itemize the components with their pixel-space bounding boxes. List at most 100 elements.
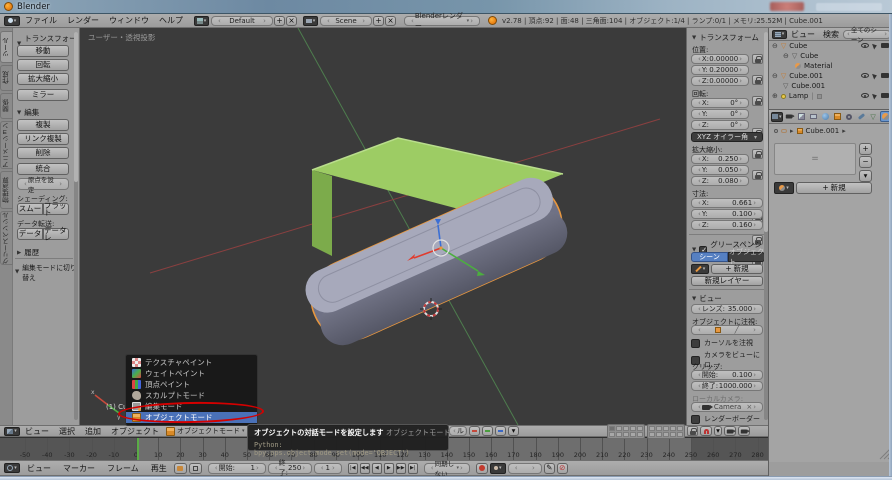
props-tab-constraints[interactable] <box>844 111 855 122</box>
tool-shelf-scrollbar[interactable] <box>74 32 78 420</box>
menu-window[interactable]: ウィンドウ <box>104 15 154 26</box>
timeline-menu-view[interactable]: ビュー <box>22 463 56 474</box>
frame-start-field[interactable]: 開始:1 <box>208 463 266 474</box>
outliner-row-cube001-data[interactable]: ▽Cube.001 <box>769 81 892 91</box>
new-material-button[interactable]: + 新規 <box>796 182 872 194</box>
outliner-row-material[interactable]: Material <box>769 61 892 71</box>
outliner-row-lamp[interactable]: ⊕Lamp| <box>769 91 892 101</box>
manipulator-rotate-icon[interactable] <box>482 426 493 436</box>
timeline-menu-marker[interactable]: マーカー <box>58 463 100 474</box>
render-border-row[interactable]: レンダーボーダー <box>691 414 760 424</box>
lock-object-field[interactable]: ╱ <box>691 325 763 335</box>
render-opengl-icon[interactable] <box>724 426 736 436</box>
outliner-display-dropdown[interactable]: 全てのシーン <box>843 30 891 39</box>
orientation-dropdown[interactable]: ル <box>449 426 467 436</box>
npanel-transform-header[interactable]: トランスフォーム <box>692 32 759 43</box>
props-tab-data[interactable]: ▽ <box>868 111 879 122</box>
clip-end-field[interactable]: 終了:1000.000 <box>691 381 763 391</box>
scale-z-field[interactable]: Z:0.080 <box>691 176 749 186</box>
dimension-z-field[interactable]: Z:0.160 <box>691 220 763 230</box>
remove-material-slot-button[interactable]: − <box>859 156 872 168</box>
delete-scene-button[interactable]: × <box>385 16 396 26</box>
menu-item-texture-paint[interactable]: テクスチャペイント <box>126 357 257 368</box>
outliner-menu-view[interactable]: ビュー <box>787 29 819 40</box>
location-x-field[interactable]: X:0.00000 <box>691 54 749 64</box>
props-tab-render-layers[interactable] <box>796 111 807 122</box>
last-operator-panel[interactable]: 編集モードに切り替え <box>15 262 79 282</box>
material-specials-button[interactable]: ▾ <box>859 170 872 182</box>
location-z-field[interactable]: Z:0.00000 <box>691 76 749 86</box>
jump-to-start-button[interactable]: |◀ <box>348 463 358 474</box>
timeline-menu-playback[interactable]: 再生 <box>146 463 172 474</box>
outliner-menu-search[interactable]: 検索 <box>819 29 843 40</box>
add-scene-button[interactable]: + <box>373 16 384 26</box>
rotate-button[interactable]: 回転 <box>17 59 69 71</box>
current-frame-field[interactable]: 1 <box>314 463 342 474</box>
viewport-menu-object[interactable]: オブジェクト <box>106 426 164 437</box>
transfer-data-button[interactable]: データ <box>17 228 43 240</box>
scene-icon[interactable] <box>303 16 318 26</box>
outliner-row-cube-data[interactable]: ⊖▽Cube <box>769 51 892 61</box>
scene-field[interactable]: Scene <box>320 16 372 26</box>
insert-keyframe-icon[interactable]: ✎ <box>544 463 555 474</box>
next-keyframe-button[interactable]: ▶▶ <box>396 463 406 474</box>
rotation-x-field[interactable]: X:0° <box>691 98 749 108</box>
render-icon[interactable] <box>881 93 889 98</box>
rotation-z-field[interactable]: Z:0° <box>691 120 749 130</box>
shelf-tab-create[interactable]: 作成 <box>0 65 13 91</box>
translate-button[interactable]: 移動 <box>17 45 69 57</box>
lock-to-scene-icon[interactable] <box>687 426 698 436</box>
viewport-menu-add[interactable]: 追加 <box>80 426 106 437</box>
gp-draw-icon[interactable] <box>691 264 709 274</box>
panel-header-edit[interactable]: 編集 <box>17 107 39 118</box>
properties-editor-type-button[interactable] <box>771 112 783 122</box>
shelf-tab-physics[interactable]: 物理演算 <box>0 171 13 209</box>
viewport-editor-type-button[interactable] <box>4 427 20 436</box>
clip-start-field[interactable]: 開始:0.100 <box>691 370 763 380</box>
select-icon[interactable] <box>872 92 878 99</box>
mirror-button[interactable]: ミラー <box>17 89 69 101</box>
eye-icon[interactable] <box>861 93 869 98</box>
select-icon[interactable] <box>872 72 878 79</box>
record-button[interactable] <box>476 463 488 474</box>
transfer-data-layout-button[interactable]: データレ <box>43 228 69 240</box>
play-reverse-button[interactable]: ◀ <box>372 463 382 474</box>
gp-new-button[interactable]: + 新規 <box>711 264 763 274</box>
add-layout-button[interactable]: + <box>274 16 285 26</box>
menu-render[interactable]: レンダー <box>62 15 104 26</box>
location-y-field[interactable]: Y:0.20000 <box>691 65 749 75</box>
dimension-x-field[interactable]: X:0.661 <box>691 198 763 208</box>
scale-button[interactable]: 拡大縮小 <box>17 73 69 85</box>
duplicate-button[interactable]: 複製 <box>17 119 69 131</box>
scale-y-field[interactable]: Y:0.050 <box>691 165 749 175</box>
render-engine-dropdown[interactable]: Blenderレンダー▾ <box>404 16 480 26</box>
outliner-editor-type-button[interactable] <box>772 30 787 39</box>
render-opengl-anim-icon[interactable] <box>738 426 750 436</box>
gp-source-object-button[interactable]: オブジェクト <box>728 252 765 262</box>
props-tab-modifiers[interactable] <box>856 111 867 122</box>
menu-help[interactable]: ヘルプ <box>154 15 188 26</box>
screen-layout-icon[interactable] <box>194 16 209 26</box>
menu-file[interactable]: ファイル <box>20 15 62 26</box>
snap-magnet-icon[interactable] <box>700 426 712 436</box>
lock-icon[interactable] <box>752 75 763 85</box>
outliner-row-cube001[interactable]: ⊖▽Cube.001 <box>769 71 892 81</box>
lock-icon[interactable] <box>752 149 763 159</box>
frame-end-field[interactable]: 終了:250 <box>268 463 312 474</box>
props-tab-world[interactable] <box>820 111 831 122</box>
delete-button[interactable]: 削除 <box>17 147 69 159</box>
view-panel-header[interactable]: ビュー <box>692 293 722 304</box>
props-tab-scene[interactable] <box>808 111 819 122</box>
rotation-mode-dropdown[interactable]: XYZ オイラー角 <box>691 132 763 142</box>
props-tab-render[interactable] <box>784 111 795 122</box>
dimension-y-field[interactable]: Y:0.100 <box>691 209 763 219</box>
menu-item-weight-paint[interactable]: ウェイトペイント <box>126 368 257 379</box>
delete-keyframe-icon[interactable]: ⊘ <box>557 463 568 474</box>
shelf-tab-animation[interactable]: アニメーション <box>0 121 13 169</box>
props-tab-object[interactable] <box>832 111 843 122</box>
screen-layout-field[interactable]: Default <box>211 16 273 26</box>
frame-lock-icon[interactable] <box>189 463 202 474</box>
gp-source-scene-button[interactable]: シーン <box>691 252 728 262</box>
browse-material-icon[interactable] <box>774 182 794 194</box>
current-frame-line[interactable] <box>137 438 139 460</box>
